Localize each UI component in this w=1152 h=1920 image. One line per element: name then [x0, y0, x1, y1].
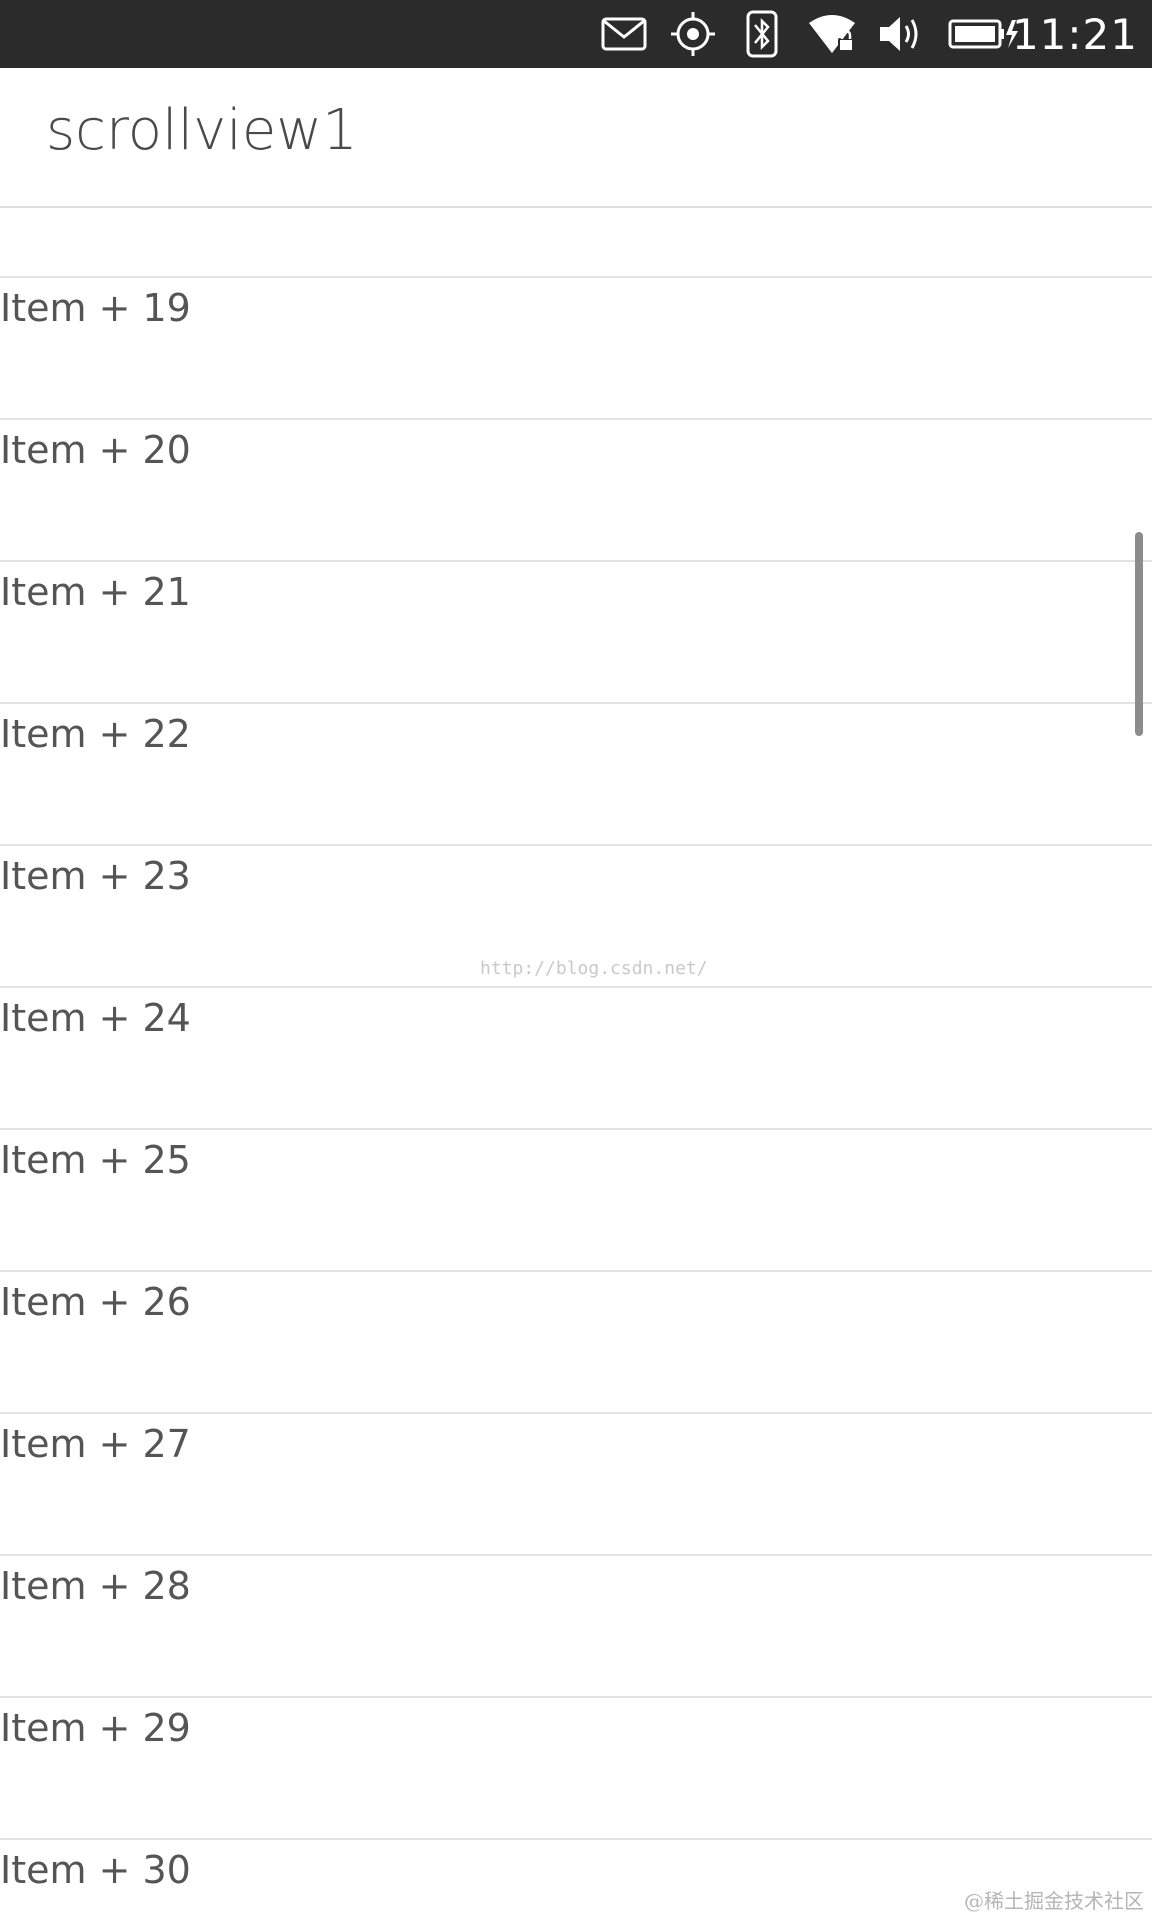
bluetooth-icon[interactable] [742, 0, 782, 68]
screen: 11:21 scrollview1 Item + 19 Item + 20 It… [0, 0, 1152, 1920]
list-item-label: Item + 22 [0, 712, 191, 756]
list-item[interactable]: Item + 28 [0, 1556, 1152, 1698]
list-item-label: Item + 25 [0, 1138, 191, 1182]
list-item[interactable]: Item + 24 [0, 988, 1152, 1130]
scroll-list[interactable]: Item + 19 Item + 20 Item + 21 Item + 22 … [0, 208, 1152, 1920]
list-item-label: Item + 24 [0, 996, 191, 1040]
list-item[interactable]: Item + 20 [0, 420, 1152, 562]
list-item[interactable]: Item + 29 [0, 1698, 1152, 1840]
list-item[interactable]: Item + 27 [0, 1414, 1152, 1556]
location-icon[interactable] [668, 0, 718, 68]
list-item-label: Item + 20 [0, 428, 191, 472]
page-title: scrollview1 [46, 98, 358, 163]
header: scrollview1 [0, 68, 1152, 208]
watermark: http://blog.csdn.net/ [480, 958, 708, 979]
list-item-label: Item + 27 [0, 1422, 191, 1466]
wifi-lock-icon[interactable] [806, 0, 858, 68]
list-item-label: Item + 19 [0, 286, 191, 330]
mail-icon[interactable] [598, 0, 650, 68]
list-item-partial[interactable] [0, 208, 1152, 278]
list-item[interactable]: Item + 19 [0, 278, 1152, 420]
list-item-label: Item + 23 [0, 854, 191, 898]
list-item-label: Item + 21 [0, 570, 191, 614]
battery-charging-icon[interactable] [946, 0, 1022, 68]
scrollbar-thumb[interactable] [1135, 532, 1143, 736]
list-item[interactable]: Item + 21 [0, 562, 1152, 704]
status-bar: 11:21 [0, 0, 1152, 68]
status-time: 11:21 [1011, 10, 1138, 59]
volume-icon[interactable] [876, 0, 924, 68]
corner-watermark: @稀土掘金技术社区 [964, 1889, 1144, 1913]
list-item[interactable]: Item + 26 [0, 1272, 1152, 1414]
list-item-label: Item + 28 [0, 1564, 191, 1608]
list-item[interactable]: Item + 22 [0, 704, 1152, 846]
list-item[interactable]: Item + 25 [0, 1130, 1152, 1272]
list-item-label: Item + 26 [0, 1280, 191, 1324]
list-item-label: Item + 29 [0, 1706, 191, 1750]
list-item-label: Item + 30 [0, 1848, 191, 1892]
